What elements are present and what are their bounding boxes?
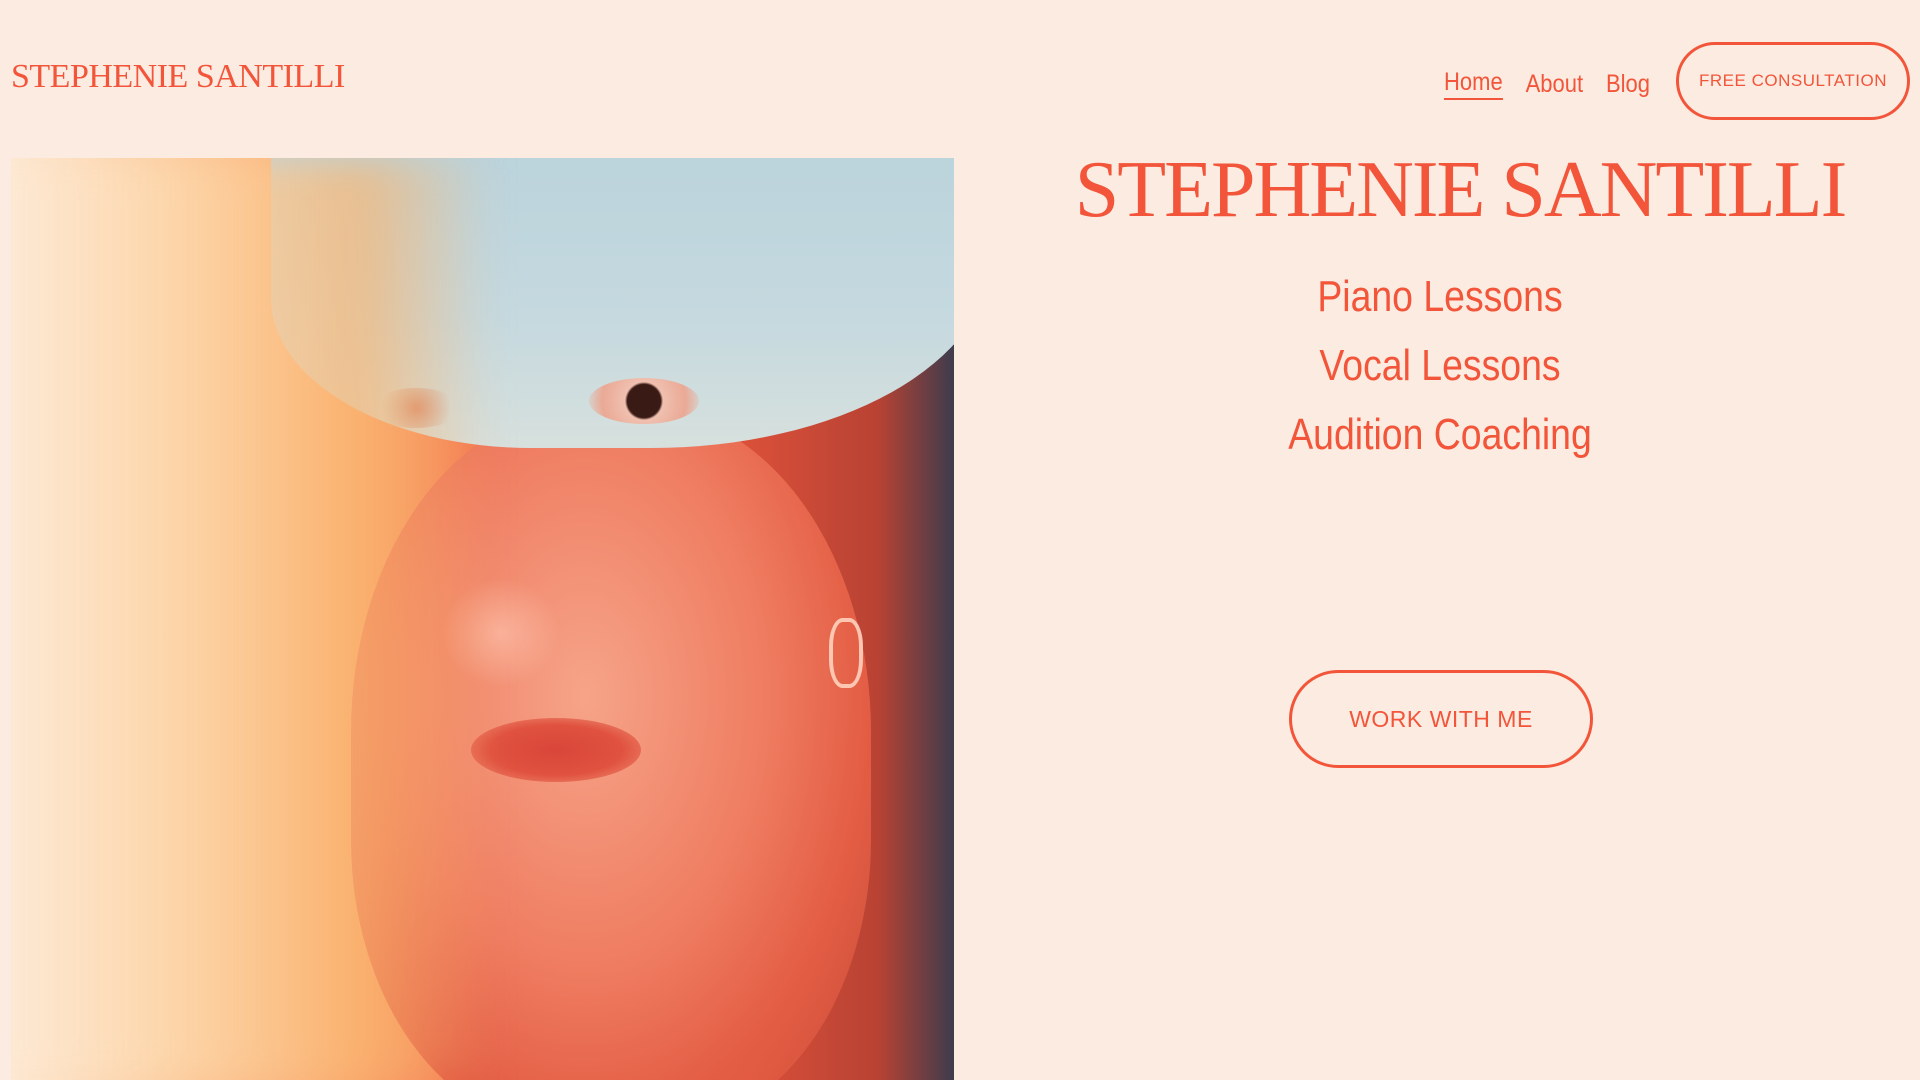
main-nav: Home About Blog xyxy=(1444,68,1650,100)
portrait-foreground-blur xyxy=(11,158,491,1080)
portrait-earring xyxy=(829,618,863,688)
nav-blog[interactable]: Blog xyxy=(1606,70,1650,99)
services-list: Piano Lessons Vocal Lessons Audition Coa… xyxy=(1240,262,1640,469)
hero-portrait-image xyxy=(11,158,954,1080)
site-title[interactable]: STEPHENIE SANTILLI xyxy=(11,60,345,94)
service-audition-coaching: Audition Coaching xyxy=(1288,410,1592,459)
work-with-me-button[interactable]: WORK WITH ME xyxy=(1289,670,1593,768)
nav-about[interactable]: About xyxy=(1526,70,1584,99)
portrait-eye-right xyxy=(589,378,699,424)
portrait-lips xyxy=(471,718,641,782)
free-consultation-button[interactable]: FREE CONSULTATION xyxy=(1676,42,1910,120)
nav-home[interactable]: Home xyxy=(1444,68,1503,100)
service-vocal-lessons: Vocal Lessons xyxy=(1319,341,1561,390)
hero-title: STEPHENIE SANTILLI xyxy=(1074,146,1848,234)
service-piano-lessons: Piano Lessons xyxy=(1317,272,1563,321)
